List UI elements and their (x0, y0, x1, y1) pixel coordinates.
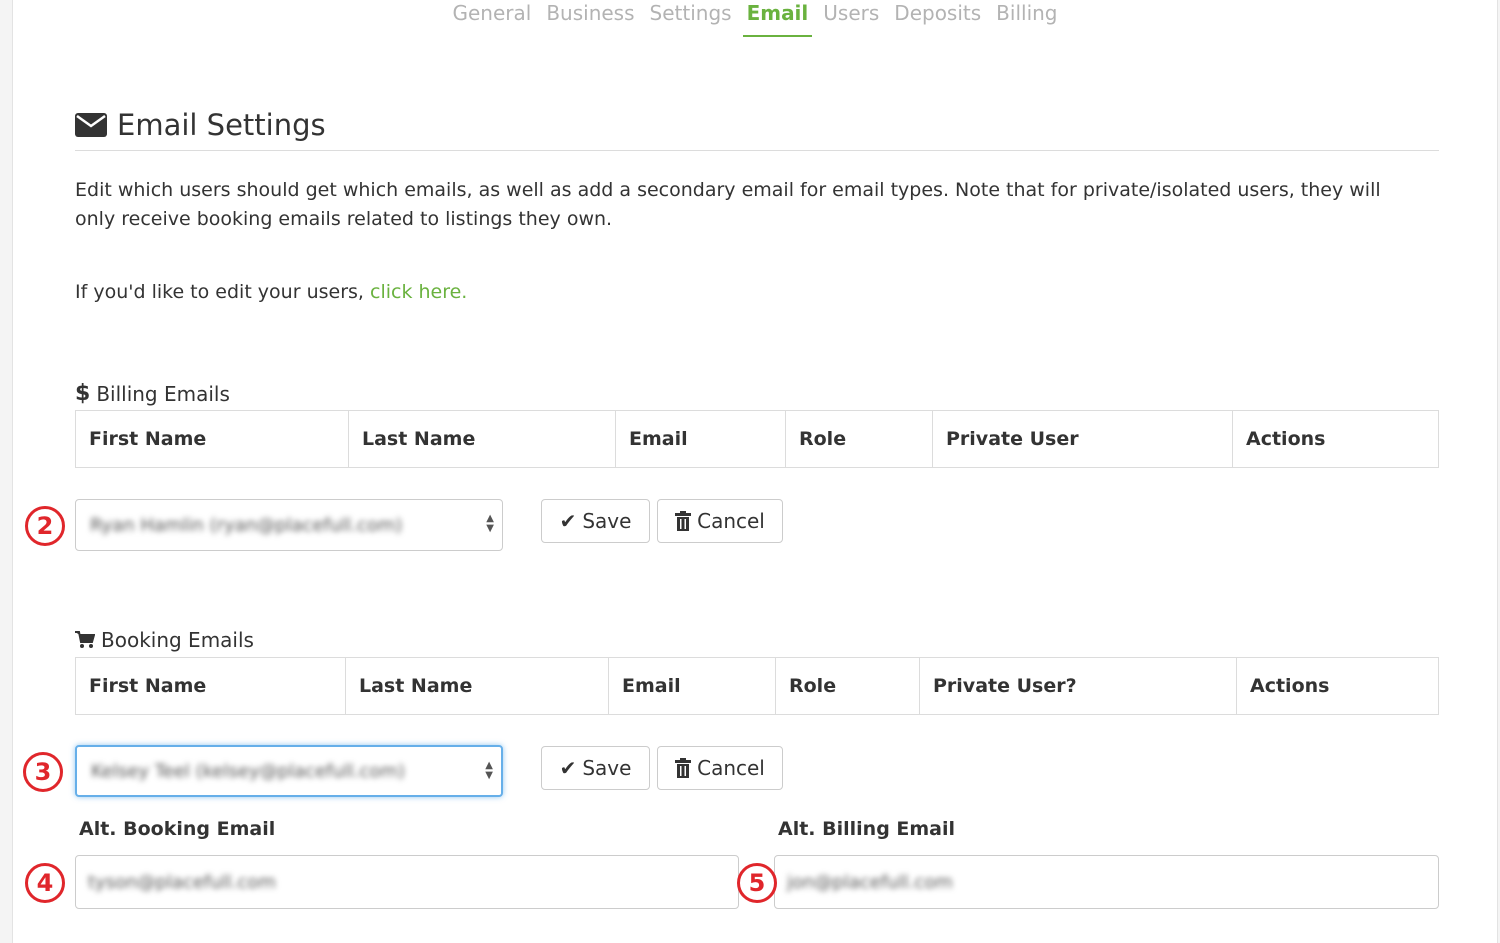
envelope-icon (75, 113, 107, 137)
settings-tabs: General Business Settings Email Users De… (13, 0, 1497, 40)
column-email[interactable]: Email (615, 410, 786, 468)
checkmark-icon: ✔ (559, 509, 577, 533)
page-title: Email Settings (117, 108, 326, 142)
alt-billing-email-input[interactable]: jon@placefull.com (774, 855, 1439, 909)
tab-billing[interactable]: Billing (996, 0, 1057, 40)
table-header-row: First Name Last Name Email Role Private … (75, 657, 1439, 715)
selected-user-value: Ryan Hamlin (ryan@placefull.com) (90, 514, 403, 536)
billing-emails-heading: $ Billing Emails (75, 381, 230, 406)
column-first-name[interactable]: First Name (75, 410, 349, 468)
edit-users-line: If you'd like to edit your users, click … (75, 278, 467, 307)
tab-business[interactable]: Business (546, 0, 634, 40)
booking-user-select[interactable]: Kelsey Teel (kelsey@placefull.com) ▲ ▼ (75, 745, 503, 797)
alt-booking-email-input[interactable]: tyson@placefull.com (75, 855, 739, 909)
save-label: Save (582, 509, 632, 533)
trash-icon (675, 758, 692, 778)
column-role[interactable]: Role (785, 410, 933, 468)
annotation-marker: 2 (25, 506, 65, 546)
column-email[interactable]: Email (608, 657, 776, 715)
settings-panel: General Business Settings Email Users De… (12, 0, 1498, 943)
column-last-name[interactable]: Last Name (348, 410, 616, 468)
shopping-cart-icon (75, 631, 95, 648)
cancel-label: Cancel (697, 509, 765, 533)
page-description: Edit which users should get which emails… (75, 179, 1381, 230)
booking-emails-label: Booking Emails (101, 628, 254, 652)
annotation-marker: 4 (25, 863, 65, 903)
booking-cancel-button[interactable]: Cancel (657, 746, 783, 790)
column-private-user[interactable]: Private User (932, 410, 1233, 468)
selected-user-value: Kelsey Teel (kelsey@placefull.com) (91, 760, 405, 782)
checkmark-icon: ✔ (559, 756, 577, 780)
save-label: Save (582, 756, 632, 780)
tab-users[interactable]: Users (823, 0, 879, 40)
billing-user-select[interactable]: Ryan Hamlin (ryan@placefull.com) ▲ ▼ (75, 499, 503, 551)
column-first-name[interactable]: First Name (75, 657, 346, 715)
select-arrows-icon: ▲ ▼ (486, 513, 494, 534)
table-header-row: First Name Last Name Email Role Private … (75, 410, 1439, 468)
dollar-icon: $ (75, 381, 91, 406)
billing-save-button[interactable]: ✔ Save (541, 499, 650, 543)
select-arrows-icon: ▲ ▼ (485, 760, 493, 781)
booking-emails-table: First Name Last Name Email Role Private … (75, 657, 1439, 715)
tab-email[interactable]: Email (742, 0, 812, 40)
column-last-name[interactable]: Last Name (345, 657, 609, 715)
tab-settings[interactable]: Settings (650, 0, 732, 40)
billing-cancel-button[interactable]: Cancel (657, 499, 783, 543)
alt-booking-email-value: tyson@placefull.com (88, 871, 276, 893)
billing-emails-label: Billing Emails (96, 381, 230, 406)
tab-general[interactable]: General (453, 0, 532, 40)
booking-emails-heading: Booking Emails (75, 628, 254, 652)
cancel-label: Cancel (697, 756, 765, 780)
column-actions[interactable]: Actions (1237, 658, 1439, 715)
booking-save-button[interactable]: ✔ Save (541, 746, 650, 790)
annotation-marker: 3 (23, 752, 63, 792)
alt-billing-email-value: jon@placefull.com (787, 871, 953, 893)
billing-emails-table: First Name Last Name Email Role Private … (75, 410, 1439, 468)
edit-users-text: If you'd like to edit your users, (75, 281, 370, 303)
alt-booking-email-label: Alt. Booking Email (79, 818, 276, 840)
page-header: Email Settings (75, 100, 1439, 151)
annotation-marker: 5 (737, 863, 777, 903)
column-role[interactable]: Role (775, 657, 920, 715)
column-actions[interactable]: Actions (1233, 411, 1439, 468)
edit-users-link[interactable]: click here. (370, 281, 467, 303)
column-private-user[interactable]: Private User? (919, 657, 1237, 715)
tab-deposits[interactable]: Deposits (894, 0, 981, 40)
trash-icon (675, 511, 692, 531)
alt-billing-email-label: Alt. Billing Email (778, 818, 956, 840)
